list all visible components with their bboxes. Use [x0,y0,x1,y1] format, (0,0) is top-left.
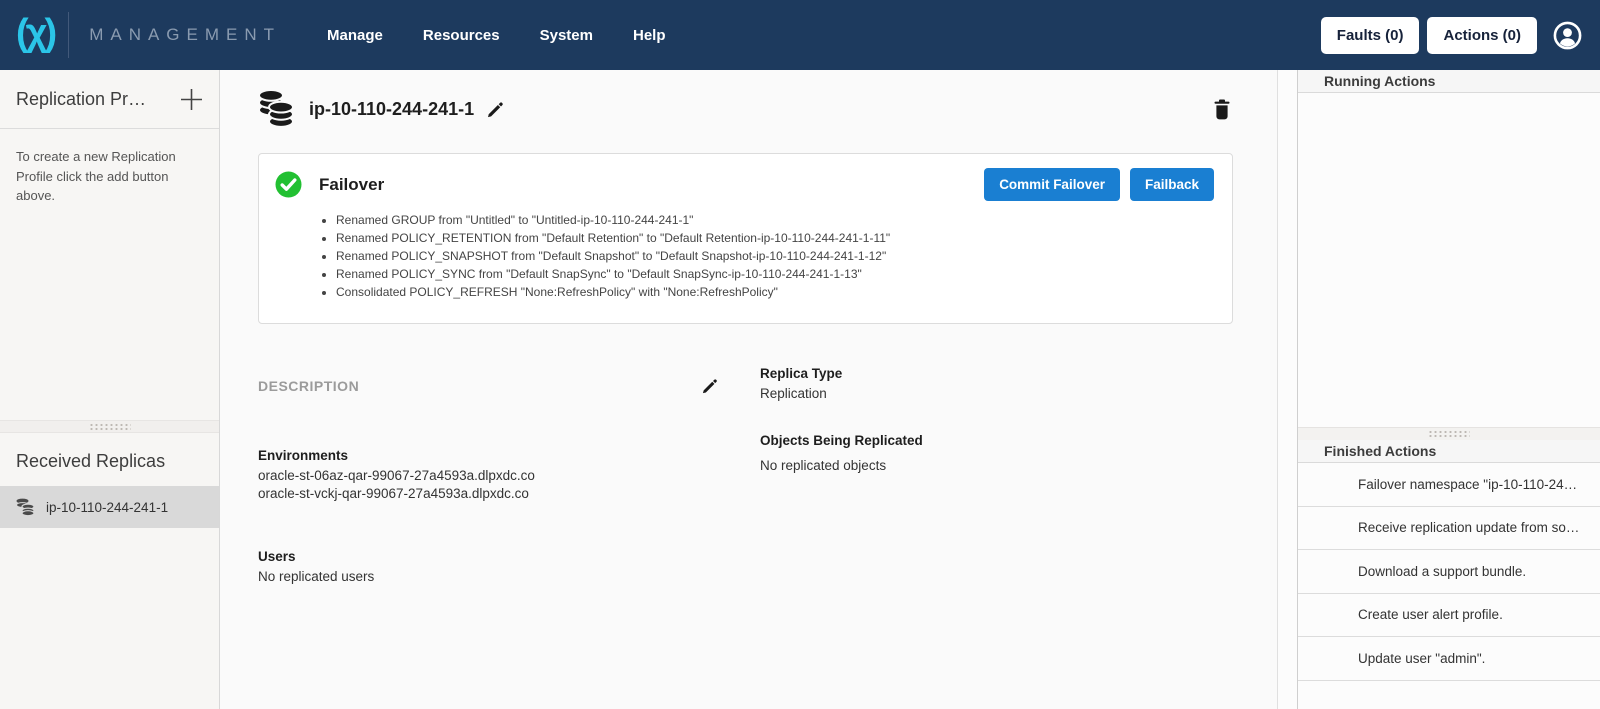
failover-status-card: Failover Commit Failover Failback Rename… [258,153,1233,324]
edit-title-pencil-icon[interactable] [487,101,504,118]
success-check-icon [275,171,302,198]
details-right-column: Replica Type Replication Objects Being R… [760,366,923,585]
objects-value: No replicated objects [760,457,923,475]
failover-event: Renamed POLICY_RETENTION from "Default R… [336,231,1214,246]
actions-button[interactable]: Actions (0) [1427,17,1537,54]
description-row: DESCRIPTION [258,366,718,394]
replication-profiles-title: Replication Pr… [16,89,146,110]
app-body: Replication Pr… To create a new Replicat… [0,70,1600,709]
failover-event-list: Renamed GROUP from "Untitled" to "Untitl… [336,213,1214,300]
environments-list: oracle-st-06az-qar-99067-27a4593a.dlpxdc… [258,467,718,503]
replica-details: DESCRIPTION Environments oracle-st-06az-… [258,366,1233,585]
sidebar-splitter-handle[interactable] [0,420,219,433]
failover-buttons: Commit Failover Failback [984,168,1214,201]
finished-action-item[interactable]: Download a support bundle. [1298,550,1600,594]
received-replicas-title: Received Replicas [0,433,219,486]
navbar-right: Faults (0) Actions (0) [1313,17,1582,54]
left-sidebar: Replication Pr… To create a new Replicat… [0,70,220,709]
objects-label: Objects Being Replicated [760,433,923,448]
running-actions-list [1298,93,1600,427]
finished-action-item[interactable]: Update user "admin". [1298,637,1600,681]
main-content: ip-10-110-244-241-1 [220,70,1278,709]
users-label: Users [258,549,718,564]
failover-event: Renamed POLICY_SNAPSHOT from "Default Sn… [336,249,1214,264]
users-field: Users No replicated users [258,549,718,586]
panel-gutter [1278,70,1297,709]
replica-item-label: ip-10-110-244-241-1 [46,500,168,515]
finished-action-item[interactable]: Failover namespace "ip-10-110-24… [1298,463,1600,507]
top-navbar: (χ) MANAGEMENT Manage Resources System Help… [0,0,1600,70]
users-value: No replicated users [258,568,718,586]
commit-failover-button[interactable]: Commit Failover [984,168,1120,201]
nav-menu-item[interactable]: Manage [327,27,383,44]
actions-panel: Running Actions Finished Actions Failove… [1297,70,1600,709]
finished-action-item[interactable]: Receive replication update from so… [1298,507,1600,551]
drag-dots-icon [89,423,131,431]
navbar-divider [68,12,69,58]
environment-hostname: oracle-st-06az-qar-99067-27a4593a.dlpxdc… [258,467,718,485]
received-replicas-pane: Received Replicas ip-10-110-244-241-1 [0,433,219,709]
replication-profiles-header: Replication Pr… [0,70,219,129]
failover-event: Renamed GROUP from "Untitled" to "Untitl… [336,213,1214,228]
running-actions-header: Running Actions [1298,70,1600,93]
environments-field: Environments oracle-st-06az-qar-99067-27… [258,448,718,503]
failover-card-header: Failover Commit Failover Failback [275,168,1214,201]
finished-actions-header: Finished Actions [1298,440,1600,463]
environments-label: Environments [258,448,718,463]
nav-menu-item[interactable]: Resources [423,27,500,44]
delphix-logo-icon: (χ) [16,14,54,56]
replica-type-label: Replica Type [760,366,923,381]
failover-title: Failover [319,175,384,195]
details-left-column: DESCRIPTION Environments oracle-st-06az-… [258,366,718,585]
edit-description-pencil-icon[interactable] [702,378,718,394]
faults-button[interactable]: Faults (0) [1321,17,1420,54]
replica-header: ip-10-110-244-241-1 [258,89,1231,129]
drag-dots-icon [1428,430,1470,438]
replication-profiles-hint: To create a new Replication Profile clic… [0,129,219,206]
replica-db-icon [16,498,35,516]
replica-type-field: Replica Type Replication [760,366,923,403]
nav-menu-item[interactable]: Help [633,27,666,44]
actions-splitter-handle[interactable] [1298,427,1600,440]
replication-profiles-pane: Replication Pr… To create a new Replicat… [0,70,219,433]
main-menu: Manage Resources System Help [327,27,665,44]
environment-hostname: oracle-st-vckj-qar-99067-27a4593a.dlpxdc… [258,485,718,503]
failback-button[interactable]: Failback [1130,168,1214,201]
nav-menu-item[interactable]: System [540,27,593,44]
replica-type-value: Replication [760,385,923,403]
description-label: DESCRIPTION [258,378,359,394]
finished-action-item[interactable]: Create user alert profile. [1298,594,1600,638]
objects-field: Objects Being Replicated No replicated o… [760,433,923,475]
user-avatar-icon[interactable] [1553,21,1582,50]
product-name: MANAGEMENT [89,25,281,45]
failover-event: Renamed POLICY_SYNC from "Default SnapSy… [336,267,1214,282]
database-stack-icon [258,89,294,129]
sidebar-item-received-replica[interactable]: ip-10-110-244-241-1 [0,486,219,528]
replica-title: ip-10-110-244-241-1 [309,99,474,120]
failover-event: Consolidated POLICY_REFRESH "None:Refres… [336,285,1214,300]
finished-actions-list: Failover namespace "ip-10-110-24…Receive… [1298,463,1600,709]
delete-replica-trash-icon[interactable] [1213,99,1231,120]
add-profile-button[interactable] [180,88,203,111]
